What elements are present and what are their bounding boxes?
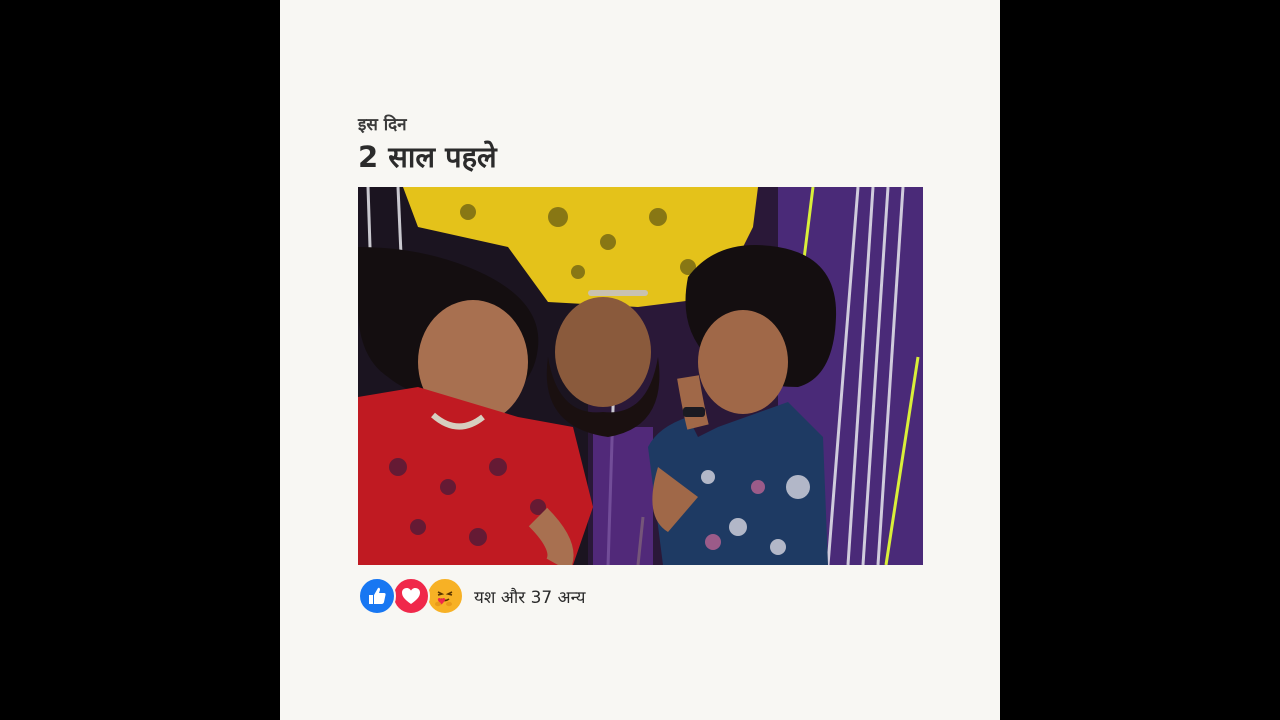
memory-eyebrow: इस दिन (358, 115, 407, 135)
memory-card: इस दिन 2 साल पहले यश और 37 अन्य (280, 0, 1000, 720)
group-photo-illustration (358, 187, 923, 565)
care-icon[interactable] (426, 577, 464, 615)
reactions-summary[interactable]: यश और 37 अन्य (474, 585, 585, 608)
video-frame: इस दिन 2 साल पहले यश और 37 अन्य (0, 0, 1280, 720)
reactions-bar[interactable]: यश और 37 अन्य (358, 577, 585, 615)
like-icon[interactable] (358, 577, 396, 615)
love-icon[interactable] (392, 577, 430, 615)
memory-headline: 2 साल पहले (358, 140, 497, 174)
memory-photo[interactable] (358, 187, 923, 565)
